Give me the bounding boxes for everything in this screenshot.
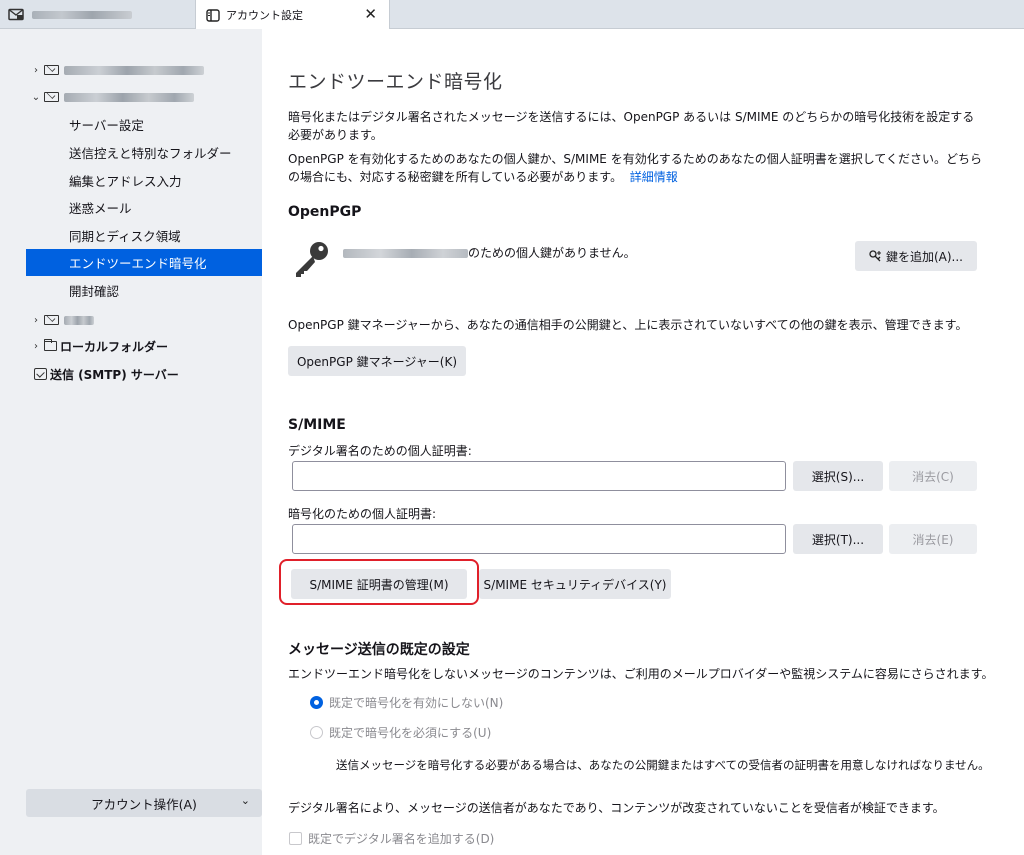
select-sign-label: 選択(S)... bbox=[811, 469, 865, 484]
folder-icon bbox=[44, 339, 57, 351]
sign-cert-label: デジタル署名のための個人証明書: bbox=[288, 444, 472, 458]
clear-sign-cert-button[interactable]: 消去(C) bbox=[889, 461, 977, 491]
intro2-line: OpenPGP を有効化するためのあなたの個人鍵か、S/MIME を有効化するた… bbox=[288, 152, 982, 166]
tab-strip: アカウント設定 ✕ bbox=[0, 0, 1024, 30]
require-encrypt-note: 送信メッセージを暗号化する必要がある場合は、あなたの公開鍵またはすべての受信者の… bbox=[336, 758, 990, 772]
encryption-settings-pane: エンドツーエンド暗号化 暗号化またはデジタル署名されたメッセージを送信するには、… bbox=[262, 29, 1024, 855]
intro-line: 暗号化またはデジタル署名されたメッセージを送信するには、OpenPGP あるいは… bbox=[288, 110, 975, 124]
chevron-down-icon: ⌄ bbox=[240, 794, 250, 807]
smtp-label: 送信 (SMTP) サーバー bbox=[50, 367, 179, 382]
sidebar-item-return-receipts[interactable]: 開封確認 bbox=[26, 277, 262, 304]
select-sign-cert-button[interactable]: 選択(S)... bbox=[793, 461, 883, 491]
send-defaults-heading: メッセージ送信の既定の設定 bbox=[288, 642, 470, 658]
sidebar-item-server-settings[interactable]: サーバー設定 bbox=[26, 111, 262, 138]
add-key-button[interactable]: 鍵を追加(A)... bbox=[855, 241, 977, 271]
add-key-icon bbox=[869, 250, 881, 262]
radio-no-encrypt-label: 既定で暗号化を有効にしない(N) bbox=[329, 696, 504, 710]
mail-account-icon bbox=[44, 65, 59, 75]
account-row-2[interactable]: ⌄ bbox=[30, 84, 194, 110]
security-devices-label: S/MIME セキュリティデバイス(Y) bbox=[483, 577, 667, 592]
redacted-email bbox=[343, 249, 468, 258]
send-defaults-description: エンドツーエンド暗号化をしないメッセージのコンテンツは、ご利用のメールプロバイダ… bbox=[288, 667, 994, 681]
sidebar-item-label: 開封確認 bbox=[69, 284, 120, 299]
signature-description: デジタル署名により、メッセージの送信者があなたであり、コンテンツが改変されていな… bbox=[288, 801, 945, 815]
radio-require-encrypt-label: 既定で暗号化を必須にする(U) bbox=[329, 726, 492, 740]
openpgp-heading: OpenPGP bbox=[288, 204, 362, 220]
radio-no-encrypt[interactable] bbox=[310, 696, 323, 709]
sidebar-item-label: 編集とアドレス入力 bbox=[69, 174, 182, 189]
sidebar-item-composition[interactable]: 編集とアドレス入力 bbox=[26, 167, 262, 194]
key-icon bbox=[296, 242, 328, 277]
intro-paragraph: 暗号化またはデジタル署名されたメッセージを送信するには、OpenPGP あるいは… bbox=[288, 108, 988, 144]
redacted-account-name bbox=[64, 65, 204, 75]
manage-certs-label: S/MIME 証明書の管理(M) bbox=[309, 577, 449, 592]
no-key-message: のための個人鍵がありません。 bbox=[343, 244, 636, 261]
learn-more-link[interactable]: 詳細情報 bbox=[630, 170, 678, 184]
openpgp-key-manager-button[interactable]: OpenPGP 鍵マネージャー(K) bbox=[288, 346, 466, 376]
tab-label: アカウント設定 bbox=[226, 9, 303, 22]
local-folders-label: ローカルフォルダー bbox=[60, 339, 169, 354]
sign-cert-field[interactable] bbox=[292, 461, 786, 491]
sign-by-default-label: 既定でデジタル署名を追加する(D) bbox=[308, 832, 495, 846]
manage-smime-certs-button[interactable]: S/MIME 証明書の管理(M) bbox=[291, 569, 467, 599]
sidebar-item-junk[interactable]: 迷惑メール bbox=[26, 194, 262, 221]
sidebar-item-label: 迷惑メール bbox=[69, 201, 132, 216]
redacted-tab-title bbox=[32, 10, 132, 19]
add-key-label: 鍵を追加(A)... bbox=[885, 249, 964, 264]
enc-cert-field[interactable] bbox=[292, 524, 786, 554]
sidebar-item-copies-folders[interactable]: 送信控えと特別なフォルダー bbox=[26, 139, 262, 166]
page-title: エンドツーエンド暗号化 bbox=[288, 71, 503, 93]
smime-heading: S/MIME bbox=[288, 417, 346, 433]
sidebar-item-label: サーバー設定 bbox=[69, 118, 144, 133]
mail-account-icon bbox=[44, 315, 59, 325]
sidebar-item-label: 同期とディスク領域 bbox=[69, 229, 181, 244]
mail-account-icon bbox=[44, 92, 59, 102]
enc-cert-label: 暗号化のための個人証明書: bbox=[288, 507, 437, 521]
intro-line: 必要があります。 bbox=[288, 128, 383, 142]
smime-security-devices-button[interactable]: S/MIME セキュリティデバイス(Y) bbox=[479, 569, 671, 599]
local-folders-row[interactable]: › ローカルフォルダー bbox=[30, 333, 168, 359]
tab-mail[interactable] bbox=[0, 0, 195, 29]
close-tab-icon[interactable]: ✕ bbox=[364, 5, 377, 23]
account-row-1[interactable]: › bbox=[30, 57, 204, 83]
sidebar-item-sync-disk[interactable]: 同期とディスク領域 bbox=[26, 222, 262, 249]
chevron-right-icon[interactable]: › bbox=[30, 341, 42, 352]
account-sidebar: › ⌄ サーバー設定 送信控えと特別なフォルダー 編集とアドレス入力 迷惑メール… bbox=[0, 29, 262, 855]
sidebar-item-label: 送信控えと特別なフォルダー bbox=[69, 146, 232, 161]
intro2-line: の場合にも、対応する秘密鍵を所有している必要があります。 bbox=[288, 170, 623, 184]
select-enc-label: 選択(T)... bbox=[811, 532, 865, 547]
redacted-account-name bbox=[64, 92, 194, 102]
chevron-down-icon[interactable]: ⌄ bbox=[30, 92, 42, 103]
chevron-right-icon[interactable]: › bbox=[30, 65, 42, 76]
settings-icon bbox=[206, 8, 220, 22]
account-actions-label: アカウント操作(A) bbox=[91, 796, 197, 812]
clear-enc-label: 消去(E) bbox=[912, 532, 954, 547]
clear-enc-cert-button[interactable]: 消去(E) bbox=[889, 524, 977, 554]
chevron-right-icon[interactable]: › bbox=[30, 315, 42, 326]
select-enc-cert-button[interactable]: 選択(T)... bbox=[793, 524, 883, 554]
sidebar-item-label: エンドツーエンド暗号化 bbox=[69, 256, 207, 271]
no-key-text: のための個人鍵がありません。 bbox=[468, 246, 636, 260]
clear-sign-label: 消去(C) bbox=[912, 469, 954, 484]
radio-require-encrypt[interactable] bbox=[310, 726, 323, 739]
smtp-server-row[interactable]: 送信 (SMTP) サーバー bbox=[34, 361, 179, 387]
sidebar-item-e2e-encryption[interactable]: エンドツーエンド暗号化 bbox=[26, 249, 262, 276]
account-actions-button[interactable]: アカウント操作(A) ⌄ bbox=[26, 789, 262, 817]
key-manager-description: OpenPGP 鍵マネージャーから、あなたの通信相手の公開鍵と、上に表示されてい… bbox=[288, 318, 968, 332]
key-manager-label: OpenPGP 鍵マネージャー(K) bbox=[296, 354, 458, 369]
sign-by-default-checkbox[interactable] bbox=[289, 832, 302, 845]
account-row-3[interactable]: › bbox=[30, 307, 94, 333]
mail-icon bbox=[8, 8, 24, 21]
tab-account-settings[interactable]: アカウント設定 ✕ bbox=[195, 0, 390, 30]
redacted-account-name bbox=[64, 315, 94, 325]
intro2-paragraph: OpenPGP を有効化するためのあなたの個人鍵か、S/MIME を有効化するた… bbox=[288, 150, 1013, 186]
outgoing-server-icon bbox=[34, 368, 47, 380]
